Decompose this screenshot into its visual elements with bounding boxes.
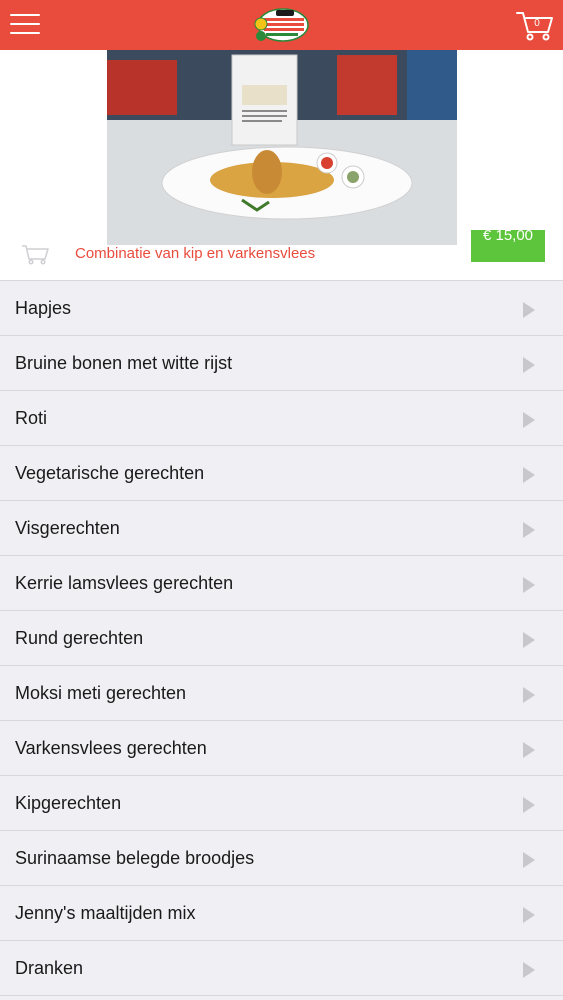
- category-item[interactable]: Bruine bonen met witte rijst: [0, 336, 563, 391]
- category-item[interactable]: Visgerechten: [0, 501, 563, 556]
- chevron-right-icon: [523, 412, 535, 428]
- category-label: Roti: [15, 408, 48, 428]
- category-label: Vegetarische gerechten: [15, 463, 205, 483]
- category-item[interactable]: Varkensvlees gerechten: [0, 721, 563, 776]
- category-label: Dranken: [15, 958, 84, 978]
- product-photo: [107, 50, 457, 245]
- chevron-right-icon: [523, 962, 535, 978]
- product-description: Combinatie van kip en varkensvlees: [75, 245, 316, 262]
- chevron-right-icon: [523, 302, 535, 318]
- hamburger-menu-icon[interactable]: [10, 12, 40, 36]
- chevron-right-icon: [523, 522, 535, 538]
- category-item[interactable]: Rund gerechten: [0, 611, 563, 666]
- chevron-right-icon: [523, 687, 535, 703]
- category-item[interactable]: Kerrie lamsvlees gerechten: [0, 556, 563, 611]
- price-button[interactable]: € 15,00: [471, 230, 545, 262]
- category-label: Visgerechten: [15, 518, 120, 538]
- category-label: Surinaamse belegde broodjes: [15, 848, 255, 868]
- jennys-logo[interactable]: [252, 6, 310, 44]
- chevron-right-icon: [523, 907, 535, 923]
- category-list: Hapjes Bruine bonen met witte rijst Roti Ve…: [0, 280, 563, 996]
- price-label: € 15,00: [482, 230, 534, 244]
- chevron-right-icon: [523, 852, 535, 868]
- chevron-right-icon: [523, 742, 535, 758]
- chevron-right-icon: [523, 797, 535, 813]
- category-item[interactable]: Jenny's maaltijden mix: [0, 886, 563, 941]
- category-item[interactable]: Vegetarische gerechten: [0, 446, 563, 501]
- category-label: Jenny's maaltijden mix: [15, 903, 196, 923]
- category-item[interactable]: Moksi meti gerechten: [0, 666, 563, 721]
- category-item[interactable]: Dranken: [0, 941, 563, 996]
- top-bar: 0: [0, 0, 563, 50]
- category-label: Hapjes: [15, 298, 72, 318]
- cart-count: 0: [534, 18, 540, 29]
- category-item[interactable]: Surinaamse belegde broodjes: [0, 831, 563, 886]
- category-label: Bruine bonen met witte rijst: [15, 353, 233, 373]
- chevron-right-icon: [523, 632, 535, 648]
- category-label: Kipgerechten: [15, 793, 122, 813]
- add-to-cart-icon[interactable]: [20, 243, 50, 265]
- category-item[interactable]: Roti: [0, 391, 563, 446]
- chevron-right-icon: [523, 577, 535, 593]
- chevron-right-icon: [523, 467, 535, 483]
- category-item[interactable]: Kipgerechten: [0, 776, 563, 831]
- category-label: Rund gerechten: [15, 628, 144, 648]
- category-label: Varkensvlees gerechten: [15, 738, 207, 758]
- featured-product: Combinatie van kip en varkensvlees € 15,…: [0, 50, 563, 280]
- category-label: Kerrie lamsvlees gerechten: [15, 573, 234, 593]
- chevron-right-icon: [523, 357, 535, 373]
- category-item[interactable]: Hapjes: [0, 281, 563, 336]
- category-label: Moksi meti gerechten: [15, 683, 187, 703]
